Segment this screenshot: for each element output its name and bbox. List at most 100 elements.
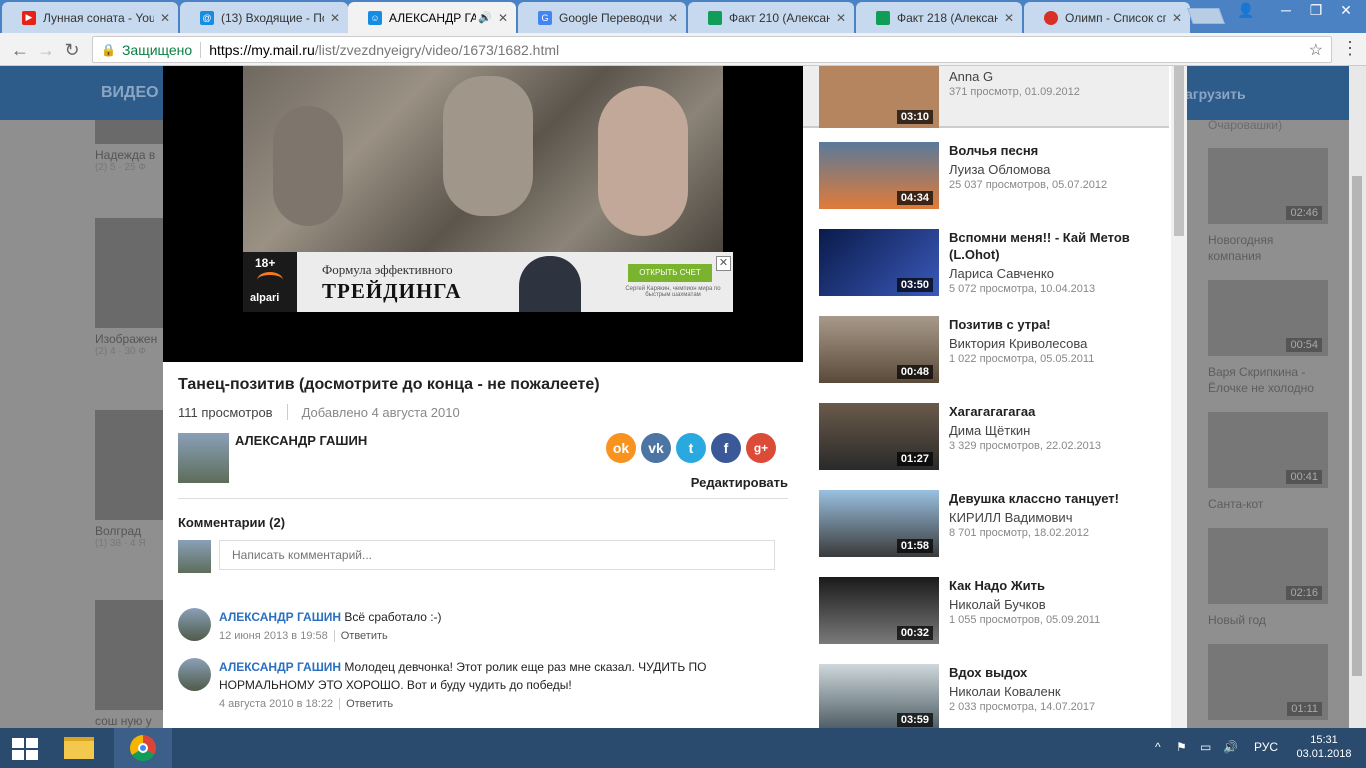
- vk-icon[interactable]: vk: [641, 433, 671, 463]
- new-tab-button[interactable]: [1187, 8, 1225, 24]
- close-icon[interactable]: ✕: [158, 11, 172, 25]
- related-author[interactable]: Anna G: [949, 69, 1159, 84]
- related-author[interactable]: КИРИЛЛ Вадимович: [949, 510, 1159, 525]
- close-icon[interactable]: ✕: [666, 11, 680, 25]
- related-title[interactable]: Как Надо Жить: [949, 577, 1159, 594]
- tab-fact-210[interactable]: Факт 210 (Александ ✕: [688, 2, 854, 33]
- related-title[interactable]: Хагагагагагаа: [949, 403, 1159, 420]
- ad-cta-button[interactable]: ОТКРЫТЬ СЧЕТ: [628, 264, 712, 282]
- ad-close-icon[interactable]: ✕: [716, 256, 731, 271]
- windows-start-icon[interactable]: [12, 738, 38, 760]
- video-thumbnail[interactable]: 01:58: [819, 490, 939, 557]
- related-title[interactable]: Девушка классно танцует!: [949, 490, 1159, 507]
- related-item[interactable]: 03:59 Вдох выдох Николаи Коваленк 2 033 …: [819, 664, 1159, 728]
- comment-author[interactable]: АЛЕКСАНДР ГАШИН: [219, 610, 341, 624]
- bg-video-item[interactable]: 00:41 Санта-кот: [1208, 412, 1328, 512]
- bg-video-item[interactable]: 02:46 Новогодняя компания: [1208, 148, 1328, 264]
- ok-icon[interactable]: ok: [606, 433, 636, 463]
- video-thumbnail[interactable]: 01:27: [819, 403, 939, 470]
- related-title[interactable]: Вспомни меня!! - Кай Метов (L.Ohot): [949, 229, 1159, 263]
- tab-video-active[interactable]: ☺ АЛЕКСАНДР ГАШ 🔊 ✕: [348, 2, 516, 33]
- comment-avatar[interactable]: [178, 608, 211, 641]
- speaker-icon[interactable]: 🔊: [478, 11, 492, 24]
- video-thumbnail[interactable]: 00:48: [819, 316, 939, 383]
- tab-fact-218[interactable]: Факт 218 (Александ ✕: [856, 2, 1022, 33]
- twitter-icon[interactable]: t: [676, 433, 706, 463]
- ad-banner[interactable]: 18+ alpari Формула эффективного ТРЕЙДИНГ…: [243, 252, 733, 312]
- googleplus-icon[interactable]: g+: [746, 433, 776, 463]
- scrollbar-thumb[interactable]: [1174, 66, 1184, 236]
- bg-video-item[interactable]: Волград (1) 38 · 4 Я: [95, 410, 165, 549]
- volume-icon[interactable]: 🔊: [1223, 740, 1238, 754]
- ad-content[interactable]: Формула эффективного ТРЕЙДИНГА ОТКРЫТЬ С…: [297, 252, 733, 312]
- added-date: Добавлено 4 августа 2010: [301, 404, 460, 420]
- bg-video-item[interactable]: 01:11: [1208, 644, 1328, 720]
- page-scrollbar[interactable]: [1349, 66, 1366, 728]
- video-thumbnail[interactable]: 04:34: [819, 142, 939, 209]
- reload-icon[interactable]: ↻: [60, 38, 84, 62]
- bookmark-star-icon[interactable]: ☆: [1309, 40, 1323, 60]
- close-icon[interactable]: ✕: [834, 11, 848, 25]
- bg-video-item[interactable]: 00:54 Варя Скрипкина - Ёлочке не холодно: [1208, 280, 1328, 396]
- back-icon[interactable]: ←: [8, 38, 32, 62]
- chevron-up-icon[interactable]: ^: [1155, 740, 1161, 754]
- related-title[interactable]: Волчья песня: [949, 142, 1159, 159]
- chrome-icon[interactable]: [114, 728, 172, 768]
- video-thumbnail[interactable]: 03:59: [819, 664, 939, 728]
- tab-youtube[interactable]: ▶ Лунная соната - You ✕: [2, 2, 178, 33]
- modal-scrollbar[interactable]: [1171, 66, 1187, 728]
- forward-icon[interactable]: →: [34, 38, 58, 62]
- menu-icon[interactable]: ⋮: [1340, 38, 1360, 62]
- close-icon[interactable]: ✕: [1170, 11, 1184, 25]
- edit-link[interactable]: Редактировать: [691, 475, 788, 490]
- language-indicator[interactable]: РУС: [1254, 740, 1278, 754]
- comment-input[interactable]: [219, 540, 775, 570]
- related-item[interactable]: 03:50 Вспомни меня!! - Кай Метов (L.Ohot…: [819, 229, 1159, 299]
- author-name[interactable]: АЛЕКСАНДР ГАШИН: [235, 433, 367, 448]
- comment-author[interactable]: АЛЕКСАНДР ГАШИН: [219, 660, 341, 674]
- video-thumbnail[interactable]: 03:50: [819, 229, 939, 296]
- video-thumbnail[interactable]: 00:32: [819, 577, 939, 644]
- related-item-current[interactable]: 03:10 Anna G 371 просмотр, 01.09.2012: [819, 66, 1159, 131]
- file-explorer-icon[interactable]: [50, 728, 108, 768]
- related-author[interactable]: Дима Щёткин: [949, 423, 1159, 438]
- related-item[interactable]: 04:34 Волчья песня Луиза Обломова 25 037…: [819, 142, 1159, 212]
- bg-video-item[interactable]: сош ную у: [95, 600, 165, 728]
- related-item[interactable]: 01:58 Девушка классно танцует! КИРИЛЛ Ва…: [819, 490, 1159, 560]
- clock[interactable]: 15:31 03.01.2018: [1296, 733, 1352, 761]
- scrollbar-thumb[interactable]: [1352, 176, 1362, 676]
- related-author[interactable]: Николай Бучков: [949, 597, 1159, 612]
- related-item[interactable]: 00:32 Как Надо Жить Николай Бучков 1 055…: [819, 577, 1159, 647]
- author-avatar[interactable]: [178, 433, 229, 483]
- related-author[interactable]: Луиза Обломова: [949, 162, 1159, 177]
- related-author[interactable]: Николаи Коваленк: [949, 684, 1159, 699]
- related-author[interactable]: Виктория Криволесова: [949, 336, 1159, 351]
- tab-mail-inbox[interactable]: @ (13) Входящие - По ✕: [180, 2, 348, 33]
- video-thumbnail[interactable]: 03:10: [819, 66, 939, 128]
- close-window-button[interactable]: ✕: [1326, 0, 1366, 22]
- address-bar[interactable]: 🔒 Защищено https://my.mail.ru /list/zvez…: [92, 36, 1332, 63]
- reply-link[interactable]: Ответить: [333, 630, 388, 642]
- related-item[interactable]: 00:48 Позитив с утра! Виктория Криволесо…: [819, 316, 1159, 386]
- related-title[interactable]: Позитив с утра!: [949, 316, 1159, 333]
- close-icon[interactable]: ✕: [1002, 11, 1016, 25]
- comment-avatar[interactable]: [178, 658, 211, 691]
- upload-link[interactable]: агрузить: [1185, 86, 1246, 102]
- bg-video-item[interactable]: 02:16 Новый год: [1208, 528, 1328, 628]
- video-player[interactable]: 18+ alpari Формула эффективного ТРЕЙДИНГ…: [163, 66, 803, 362]
- tab-olymp[interactable]: Олимп - Список сп ✕: [1024, 2, 1190, 33]
- user-icon[interactable]: 👤: [1226, 0, 1266, 22]
- related-author[interactable]: Лариса Савченко: [949, 266, 1159, 281]
- related-item[interactable]: 01:27 Хагагагагагаа Дима Щёткин 3 329 пр…: [819, 403, 1159, 473]
- tab-google-translate[interactable]: G Google Переводчи ✕: [518, 2, 686, 33]
- bg-video-item[interactable]: Надежда в (2) 5 · 25 Ф: [95, 120, 165, 173]
- related-title[interactable]: Вдох выдох: [949, 664, 1159, 681]
- close-icon[interactable]: ✕: [496, 11, 510, 25]
- facebook-icon[interactable]: f: [711, 433, 741, 463]
- flag-icon[interactable]: ⚑: [1176, 740, 1187, 754]
- bg-video-item[interactable]: Изображен (2) 4 · 30 Ф: [95, 218, 165, 357]
- reply-link[interactable]: Ответить: [339, 698, 394, 710]
- close-icon[interactable]: ✕: [328, 11, 342, 25]
- network-icon[interactable]: ▭: [1200, 740, 1211, 754]
- video-frame[interactable]: [243, 66, 723, 252]
